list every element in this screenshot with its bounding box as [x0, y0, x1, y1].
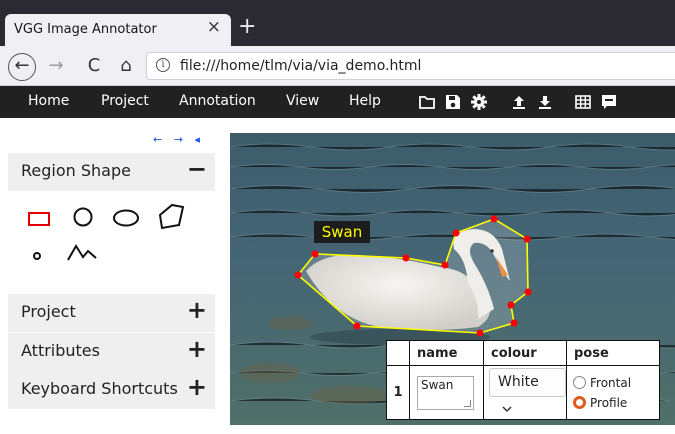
- pose-label: Profile: [590, 395, 628, 410]
- menu-home[interactable]: Home: [28, 93, 69, 109]
- radio-button[interactable]: [573, 376, 586, 389]
- shape-picker: [8, 191, 215, 294]
- region-shape-header[interactable]: Region Shape −: [8, 153, 215, 191]
- reload-button[interactable]: C: [82, 54, 106, 78]
- pose-option-frontal[interactable]: Frontal: [573, 373, 659, 393]
- tab-strip: VGG Image Annotator × +: [0, 0, 675, 46]
- url-bar[interactable]: i file:///home/tlm/via/via_demo.html: [146, 52, 675, 80]
- circle-shape-icon[interactable]: [72, 206, 94, 228]
- chevron-down-icon: [502, 406, 512, 413]
- menu-help[interactable]: Help: [349, 93, 381, 109]
- region-label: Swan: [314, 221, 370, 243]
- polygon-shape-icon[interactable]: [156, 201, 186, 231]
- rectangle-shape-icon[interactable]: [27, 208, 51, 228]
- project-title: Project: [21, 302, 76, 321]
- menu-view[interactable]: View: [286, 93, 319, 109]
- home-button[interactable]: ⌂: [114, 54, 138, 78]
- point-shape-icon[interactable]: [32, 251, 42, 261]
- colour-dropdown-value: White: [498, 374, 539, 390]
- column-header: [386, 340, 410, 366]
- browser-tab[interactable]: VGG Image Annotator ×: [5, 14, 231, 46]
- table-row: 1 Swan White Frontal Profile: [386, 365, 660, 420]
- expand-icon[interactable]: +: [187, 335, 207, 363]
- left-panel: ← → ◂ Region Shape − Project + Attribute…: [0, 133, 215, 410]
- column-header: pose: [566, 340, 660, 366]
- download-icon[interactable]: [536, 93, 554, 111]
- save-icon[interactable]: [444, 93, 462, 111]
- colour-dropdown[interactable]: White: [489, 368, 566, 413]
- menu-annotation[interactable]: Annotation: [179, 93, 256, 109]
- keyboard-shortcuts-header[interactable]: Keyboard Shortcuts +: [8, 371, 215, 409]
- column-header: name: [409, 340, 484, 366]
- menu-project[interactable]: Project: [101, 93, 149, 109]
- grid-icon[interactable]: [574, 93, 592, 111]
- ellipse-shape-icon[interactable]: [112, 208, 142, 228]
- panel-resize-arrows[interactable]: ← → ◂: [153, 133, 204, 146]
- comment-icon[interactable]: [600, 93, 618, 111]
- tab-title: VGG Image Annotator: [14, 22, 157, 37]
- name-cell: Swan: [409, 365, 484, 420]
- region-shape-title: Region Shape: [21, 161, 131, 180]
- radio-button-selected[interactable]: [573, 396, 586, 409]
- forward-button[interactable]: →: [44, 54, 68, 78]
- project-header[interactable]: Project +: [8, 294, 215, 332]
- column-header: colour: [483, 340, 567, 366]
- table-header-row: name colour pose: [386, 340, 660, 366]
- colour-cell: White: [483, 365, 567, 420]
- navigation-bar: ← → C ⌂ i file:///home/tlm/via/via_demo.…: [0, 46, 675, 86]
- url-text[interactable]: file:///home/tlm/via/via_demo.html: [180, 58, 421, 74]
- expand-icon[interactable]: +: [187, 373, 207, 401]
- pose-cell: Frontal Profile: [566, 365, 660, 420]
- pose-label: Frontal: [590, 375, 632, 390]
- upload-icon[interactable]: [510, 93, 528, 111]
- row-index: 1: [386, 365, 410, 420]
- settings-icon[interactable]: [470, 93, 488, 111]
- annotation-editor-table: name colour pose 1 Swan White Frontal Pr…: [386, 340, 660, 420]
- app-menubar: Home Project Annotation View Help: [0, 86, 675, 118]
- info-icon[interactable]: i: [156, 58, 170, 72]
- attributes-title: Attributes: [21, 341, 100, 360]
- back-button[interactable]: ←: [8, 53, 36, 81]
- pose-option-profile[interactable]: Profile: [573, 393, 659, 413]
- folder-icon[interactable]: [418, 93, 436, 111]
- close-tab-icon[interactable]: ×: [207, 19, 221, 36]
- keyboard-shortcuts-title: Keyboard Shortcuts: [21, 379, 178, 398]
- attributes-header[interactable]: Attributes +: [8, 333, 215, 371]
- collapse-icon[interactable]: −: [187, 155, 207, 183]
- new-tab-icon[interactable]: +: [238, 16, 256, 38]
- name-textarea[interactable]: Swan: [417, 375, 474, 410]
- polyline-shape-icon[interactable]: [66, 243, 100, 265]
- expand-icon[interactable]: +: [187, 296, 207, 324]
